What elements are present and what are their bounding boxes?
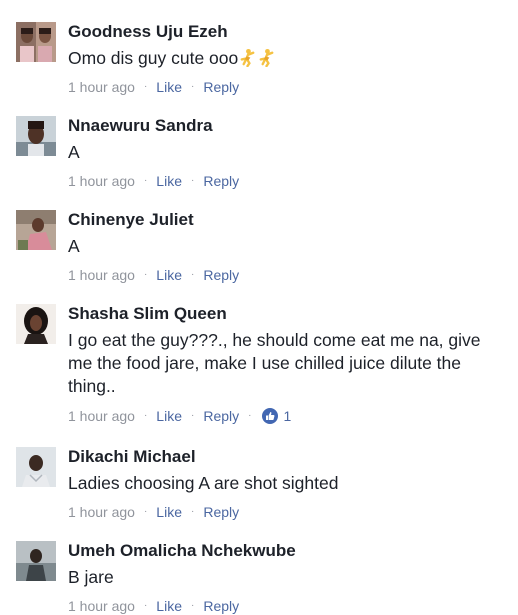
like-button[interactable]: Like: [156, 597, 182, 615]
comment-meta: 1 hour ago · Like · Reply · 1: [68, 407, 291, 425]
separator: ·: [143, 600, 148, 611]
like-button[interactable]: Like: [156, 407, 182, 425]
separator: ·: [143, 410, 148, 421]
commenter-name[interactable]: Goodness Uju Ezeh: [68, 22, 228, 42]
dancer-emoji-icon: [257, 48, 276, 73]
reply-button[interactable]: Reply: [203, 172, 239, 190]
dancer-emoji-icon: [238, 48, 257, 73]
timestamp: 1 hour ago: [68, 267, 135, 283]
comment-text: Ladies choosing A are shot sighted: [68, 473, 339, 493]
reply-button[interactable]: Reply: [203, 503, 239, 521]
separator: ·: [190, 81, 195, 92]
timestamp: 1 hour ago: [68, 504, 135, 520]
comment-meta: 1 hour ago · Like · Reply: [68, 172, 239, 190]
timestamp: 1 hour ago: [68, 408, 135, 424]
commenter-name[interactable]: Chinenye Juliet: [68, 210, 194, 230]
commenter-name[interactable]: Nnaewuru Sandra: [68, 116, 213, 136]
comment-meta: 1 hour ago · Like · Reply: [68, 597, 239, 615]
avatar[interactable]: [16, 210, 56, 250]
commenter-name[interactable]: Shasha Slim Queen: [68, 304, 227, 324]
separator: ·: [190, 410, 195, 421]
avatar[interactable]: [16, 447, 56, 487]
separator: ·: [190, 269, 195, 280]
separator: ·: [143, 175, 148, 186]
timestamp: 1 hour ago: [68, 79, 135, 95]
comment-meta: 1 hour ago · Like · Reply: [68, 266, 239, 284]
comment-text: B jare: [68, 567, 114, 587]
comment-text: A: [68, 142, 80, 162]
comment-text: I go eat the guy???., he should come eat…: [68, 330, 481, 396]
separator: ·: [143, 269, 148, 280]
timestamp: 1 hour ago: [68, 598, 135, 614]
reply-button[interactable]: Reply: [203, 407, 239, 425]
separator: ·: [248, 410, 252, 421]
comment-text: A: [68, 236, 80, 256]
reply-button[interactable]: Reply: [203, 597, 239, 615]
avatar[interactable]: [16, 541, 56, 581]
comment-meta: 1 hour ago · Like · Reply: [68, 78, 239, 96]
avatar[interactable]: [16, 116, 56, 156]
avatar[interactable]: [16, 22, 56, 62]
reply-button[interactable]: Reply: [203, 78, 239, 96]
separator: ·: [143, 506, 148, 517]
timestamp: 1 hour ago: [68, 173, 135, 189]
like-count: 1: [283, 408, 292, 424]
avatar[interactable]: [16, 304, 56, 344]
like-button[interactable]: Like: [156, 78, 182, 96]
comment-text-body: Omo dis guy cute ooo: [68, 48, 239, 68]
separator: ·: [190, 600, 195, 611]
commenter-name[interactable]: Dikachi Michael: [68, 447, 196, 467]
commenter-name[interactable]: Umeh Omalicha Nchekwube: [68, 541, 296, 561]
like-count-badge[interactable]: 1: [262, 407, 291, 425]
thumbs-up-icon: [262, 408, 279, 424]
like-button[interactable]: Like: [156, 503, 182, 521]
like-button[interactable]: Like: [156, 172, 182, 190]
like-button[interactable]: Like: [156, 266, 182, 284]
comment-meta: 1 hour ago · Like · Reply: [68, 503, 239, 521]
separator: ·: [190, 175, 195, 186]
comment-text: Omo dis guy cute ooo: [68, 47, 508, 73]
separator: ·: [143, 81, 148, 92]
reply-button[interactable]: Reply: [203, 266, 239, 284]
separator: ·: [190, 506, 195, 517]
